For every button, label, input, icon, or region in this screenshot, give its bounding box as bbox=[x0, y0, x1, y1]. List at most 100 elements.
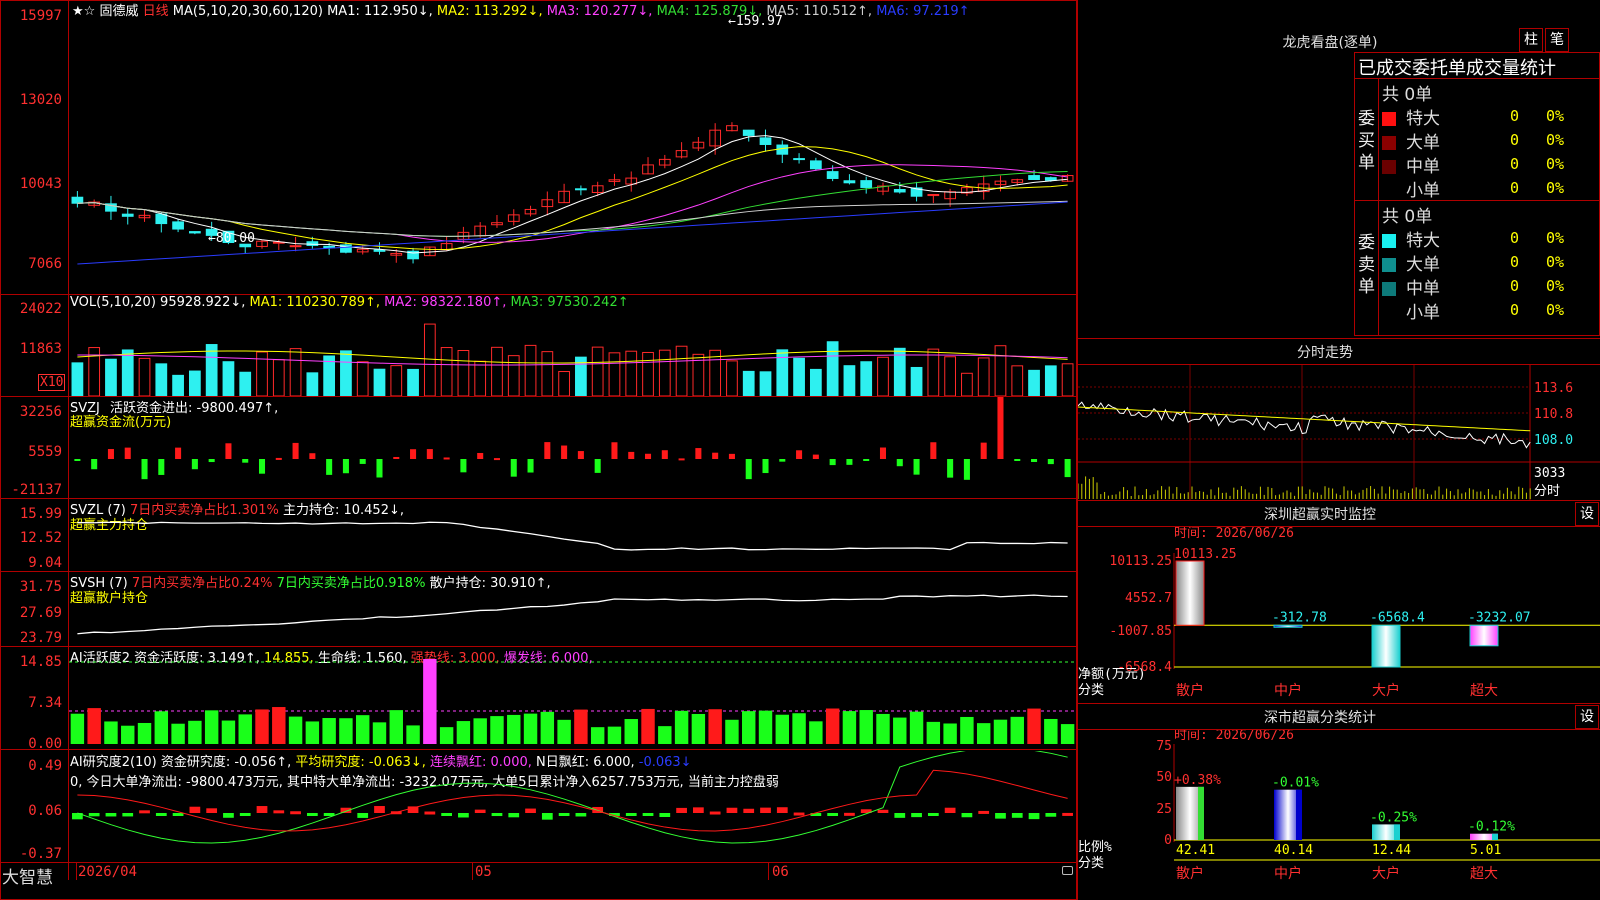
svzj-chart[interactable] bbox=[69, 397, 1076, 497]
retail-holding-line bbox=[77, 594, 1068, 635]
buy-row: 中单 bbox=[1382, 152, 1440, 177]
monitor-bar-large bbox=[1371, 624, 1401, 668]
sell-row: 大单 bbox=[1382, 250, 1440, 275]
volume-bar bbox=[205, 344, 218, 396]
sell-color-swatch bbox=[1382, 306, 1396, 320]
activity-bar bbox=[809, 721, 823, 744]
ma3-value: MA3: 120.277↓, bbox=[546, 4, 653, 19]
volume-bar bbox=[558, 371, 570, 396]
sell-value: 0 bbox=[1510, 229, 1520, 247]
research-bar bbox=[256, 806, 268, 813]
bar-toggle-button[interactable]: 柱 bbox=[1519, 28, 1543, 52]
vol-ma1: MA1: 110230.789↑, bbox=[249, 295, 381, 310]
sell-label: 小单 bbox=[1406, 303, 1440, 323]
lock-icon[interactable] bbox=[1062, 866, 1073, 875]
sz-stats-settings-button[interactable]: 设 bbox=[1575, 705, 1599, 729]
vol-ytick-0: 24022 bbox=[19, 301, 62, 317]
activity-bar bbox=[473, 718, 487, 744]
volume-bar bbox=[71, 362, 84, 396]
monitor-category-medium: 中户 bbox=[1274, 682, 1302, 699]
fund-flow-bar bbox=[930, 442, 937, 459]
candle-body bbox=[172, 221, 184, 230]
activity-bar bbox=[842, 711, 857, 744]
candle-body bbox=[189, 231, 201, 234]
activity-bar bbox=[742, 711, 756, 744]
buy-group-label: 委买单 bbox=[1358, 109, 1375, 173]
monitor-ytick: 10113.25 bbox=[1109, 554, 1172, 569]
research-bar bbox=[944, 807, 956, 813]
fenshi-vol-label: 分时 bbox=[1534, 484, 1560, 499]
vol-value: 95928.922↓, bbox=[160, 295, 246, 310]
buy-color-swatch bbox=[1382, 184, 1396, 198]
volume-chart[interactable] bbox=[69, 312, 1076, 396]
fund-flow-bar bbox=[460, 459, 467, 473]
candle-body bbox=[860, 180, 873, 188]
fund-flow-bar bbox=[779, 459, 786, 462]
sz-stats-chart[interactable]: +0.38% 42.41 散户 -0.01% 40.14 中户 -0.25% 12.44 大户 -… bbox=[1078, 730, 1600, 900]
candle-body bbox=[776, 144, 789, 155]
stats-category-large: 大户 bbox=[1372, 865, 1400, 882]
svzl-chart[interactable] bbox=[69, 499, 1076, 571]
period-label[interactable]: 日线 bbox=[143, 4, 169, 19]
sell-percent: 0% bbox=[1546, 229, 1565, 247]
monitor-ylabel: 净额(万元) bbox=[1078, 667, 1146, 682]
volume-bar bbox=[474, 360, 487, 396]
volume-bar bbox=[776, 349, 789, 396]
fund-flow-bar bbox=[342, 459, 349, 474]
stats-category-medium: 中户 bbox=[1274, 865, 1302, 882]
buy-value: 0 bbox=[1510, 155, 1520, 173]
vol-label: VOL(5,10,20) bbox=[70, 295, 156, 310]
research-bar bbox=[223, 813, 234, 818]
vol-header: VOL(5,10,20) 95928.922↓, MA1: 110230.789… bbox=[70, 295, 629, 310]
stats-xlabel: 分类 bbox=[1078, 856, 1104, 871]
sz-monitor-chart[interactable]: 10113.25 散户 -312.78 中户 -6568.4 大户 -3232.07 超大 10… bbox=[1078, 527, 1600, 703]
activity-bar bbox=[859, 710, 873, 744]
main-ytick-2: 10043 bbox=[19, 176, 62, 192]
activity-bar bbox=[909, 711, 924, 744]
fund-flow-bar bbox=[645, 453, 652, 459]
activity-bar bbox=[154, 711, 169, 744]
ai1-ytick-1: 7.34 bbox=[28, 695, 62, 711]
fenshi-title: 分时走势 bbox=[1297, 345, 1353, 361]
fund-flow-bar bbox=[74, 459, 81, 461]
fund-flow-bar bbox=[124, 447, 131, 459]
fenshi-vol-tick: 3033 bbox=[1534, 466, 1565, 481]
fund-flow-bar bbox=[309, 453, 316, 459]
fund-flow-bar bbox=[527, 459, 534, 473]
fund-flow-bar bbox=[963, 459, 970, 480]
stats-value-retail: 42.41 bbox=[1176, 843, 1215, 858]
dragon-title: 龙虎看盘(逐单) bbox=[1282, 35, 1378, 51]
volume-bar bbox=[1028, 369, 1040, 396]
sz-monitor-settings-button[interactable]: 设 bbox=[1575, 502, 1599, 526]
low-price-label: ←80.00 bbox=[208, 231, 255, 246]
activity-bar bbox=[523, 713, 538, 744]
stats-ytick: 0 bbox=[1164, 833, 1172, 848]
fenshi-ytick: 110.8 bbox=[1534, 407, 1573, 422]
candle-body bbox=[809, 160, 822, 170]
high-price-value: 159.97 bbox=[735, 14, 783, 29]
research-bar bbox=[877, 809, 889, 813]
fenshi-avg-line bbox=[1078, 406, 1531, 432]
activity-bar bbox=[792, 713, 806, 744]
svsh-ytick-0: 31.75 bbox=[19, 579, 62, 595]
ai1-chart[interactable] bbox=[69, 647, 1076, 749]
ai2-chart[interactable] bbox=[69, 751, 1076, 861]
svsh-chart[interactable] bbox=[69, 572, 1076, 646]
research-bar bbox=[88, 813, 100, 817]
activity-bar bbox=[339, 718, 353, 744]
pen-toggle-button[interactable]: 笔 bbox=[1545, 28, 1569, 52]
fund-flow-bar bbox=[1064, 459, 1071, 478]
sell-percent: 0% bbox=[1546, 253, 1565, 271]
research-bar bbox=[709, 811, 721, 815]
research-bar bbox=[827, 813, 839, 816]
volume-bar bbox=[356, 361, 369, 396]
dragon-hline-1 bbox=[1354, 78, 1600, 79]
research-bar bbox=[961, 813, 973, 818]
candle-body bbox=[121, 213, 134, 217]
kline-chart[interactable] bbox=[69, 18, 1076, 294]
research-bar bbox=[575, 813, 587, 817]
fund-flow-bar bbox=[829, 459, 836, 466]
fund-flow-bar bbox=[191, 459, 198, 470]
activity-bar bbox=[725, 719, 739, 744]
fenshi-chart[interactable]: 113.6 110.8 108.0 3033 分时 bbox=[1078, 365, 1600, 500]
